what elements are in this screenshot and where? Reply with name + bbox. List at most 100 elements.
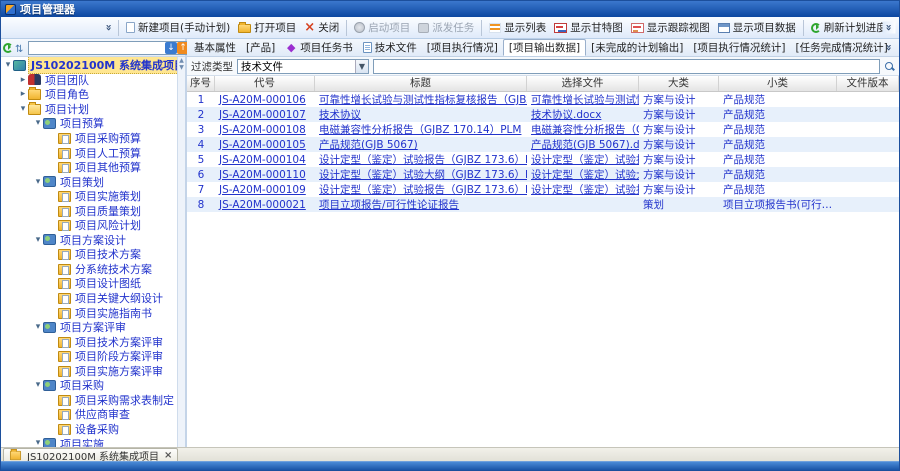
table-row[interactable]: 6JS-A20M-000110设计定型（鉴定）试验大纲（GJBZ 173.6）P… <box>187 167 899 182</box>
filter-type-combobox[interactable]: 技术文件 ▼ <box>237 59 369 74</box>
tree-item[interactable]: 项目设计图纸 <box>1 276 185 291</box>
tree-item[interactable]: ▾项目计划 <box>1 102 185 117</box>
table-row[interactable]: 4JS-A20M-000105产品规范(GJB 5067)产品规范(GJB 50… <box>187 137 899 152</box>
tree-item[interactable]: ▾项目方案设计 <box>1 233 185 248</box>
table-row[interactable]: 8JS-A20M-000021项目立项报告/可行性论证报告策划项目立项报告书(可… <box>187 197 899 212</box>
tab-product[interactable]: [产品] <box>241 39 280 56</box>
tab-execution-statistics[interactable]: [项目执行情况统计] <box>688 39 790 56</box>
tree-collapse-all-icon[interactable] <box>15 42 26 53</box>
tree-item[interactable]: 项目采购需求表制定 <box>1 393 185 408</box>
column-header[interactable]: 小类 <box>719 76 837 91</box>
search-icon[interactable] <box>884 61 895 72</box>
table-cell[interactable]: 可靠性增长试验与测试性指标复… <box>527 92 639 107</box>
tab-task-completion-statistics[interactable]: [任务完成情况统计] <box>791 39 893 56</box>
close-button[interactable]: 关闭 <box>300 19 343 36</box>
column-header[interactable]: 标题 <box>315 76 527 91</box>
tab-basic-properties[interactable]: 基本属性 <box>189 39 241 56</box>
open-project-button[interactable]: 打开项目 <box>234 19 300 36</box>
chevron-down-icon[interactable]: ▼ <box>355 60 368 73</box>
column-header[interactable]: 文件版本 <box>837 76 899 91</box>
table-cell[interactable]: 设计定型（鉴定）试验报告（GJBZ 173.6）PLM <box>315 152 527 167</box>
tree-item[interactable]: 设备采购 <box>1 422 185 437</box>
show-list-button[interactable]: 显示列表 <box>485 19 550 36</box>
table-cell[interactable]: JS-A20M-000021 <box>215 199 315 211</box>
tree-item[interactable]: 项目技术方案 <box>1 247 185 262</box>
column-header[interactable]: 序号 <box>187 76 215 91</box>
column-header[interactable]: 选择文件 <box>527 76 639 91</box>
new-project-button[interactable]: 新建项目(手动计划) <box>122 19 234 36</box>
tab-project-execution[interactable]: [项目执行情况] <box>422 39 503 56</box>
collapse-arrow-icon[interactable]: ▾ <box>18 104 28 114</box>
tree-refresh-icon[interactable] <box>3 43 13 53</box>
table-cell[interactable]: 项目立项报告/可行性论证报告 <box>315 197 527 212</box>
column-header[interactable]: 大类 <box>639 76 719 91</box>
table-cell[interactable]: JS-A20M-000107 <box>215 109 315 121</box>
tree-item[interactable]: 项目质量策划 <box>1 203 185 218</box>
table-cell[interactable]: 产品规范(GJB 5067) <box>315 137 527 152</box>
tree-item[interactable]: ▾JS10202100M 系统集成项目 <box>1 58 185 73</box>
table-row[interactable]: 2JS-A20M-000107技术协议技术协议.docx方案与设计产品规范 <box>187 107 899 122</box>
tree-item[interactable]: ▾项目方案评审 <box>1 320 185 335</box>
table-cell[interactable]: 产品规范(GJB 5067).docx <box>527 137 639 152</box>
table-row[interactable]: 3JS-A20M-000108电磁兼容性分析报告（GJBZ 170.14）PLM… <box>187 122 899 137</box>
collapse-arrow-icon[interactable]: ▾ <box>33 322 43 332</box>
table-cell[interactable]: 设计定型（鉴定）试验报告（GJBZ 1… <box>527 182 639 197</box>
collapse-arrow-icon[interactable]: ▾ <box>33 380 43 390</box>
table-cell[interactable]: JS-A20M-000106 <box>215 94 315 106</box>
tree-item[interactable]: ▸项目团队 <box>1 73 185 88</box>
tree-item[interactable]: ▾项目策划 <box>1 174 185 189</box>
show-gantt-button[interactable]: 显示甘特图 <box>550 19 627 36</box>
tab-tech-document[interactable]: 技术文件 <box>358 39 422 56</box>
table-cell[interactable]: 电磁兼容性分析报告（GJB… <box>527 122 639 137</box>
show-project-data-button[interactable]: 显示项目数据 <box>714 19 800 36</box>
table-row[interactable]: 1JS-A20M-000106可靠性增长试验与测试性指标复核报告（GJBZ 17… <box>187 92 899 107</box>
tree-item[interactable]: ▾项目预算 <box>1 116 185 131</box>
collapse-arrow-icon[interactable]: ▾ <box>33 235 43 245</box>
table-cell[interactable]: 设计定型（鉴定）试验报告（GJBZ 173.6）PLM <box>315 182 527 197</box>
tree-item[interactable]: 项目人工预算 <box>1 145 185 160</box>
tab-project-output-data[interactable]: [项目输出数据] <box>503 39 586 56</box>
collapse-arrow-icon[interactable]: ▾ <box>33 438 43 447</box>
table-cell[interactable]: 设计定型（鉴定）试验大纲（GJBZ 1… <box>527 167 639 182</box>
tree-item[interactable]: 项目阶段方案评审 <box>1 349 185 364</box>
expand-arrow-icon[interactable]: ▸ <box>18 89 28 99</box>
table-cell[interactable]: JS-A20M-000109 <box>215 184 315 196</box>
tree-scrollbar[interactable]: ▲▼ <box>177 57 185 447</box>
expand-arrow-icon[interactable]: ▸ <box>18 75 28 85</box>
table-cell[interactable]: 可靠性增长试验与测试性指标复核报告（GJBZ 178.13）PLM <box>315 92 527 107</box>
tree-item[interactable]: 项目关键大纲设计 <box>1 291 185 306</box>
table-cell[interactable]: 设计定型（鉴定）试验报告（GJBZ 1… <box>527 152 639 167</box>
refresh-plan-progress-button[interactable]: 刷新计划进度 <box>807 19 891 36</box>
column-header[interactable]: 代号 <box>215 76 315 91</box>
tree-item[interactable]: 供应商审查 <box>1 407 185 422</box>
toolbar-overflow-chevron-icon[interactable]: » <box>883 22 896 34</box>
table-cell[interactable]: 技术协议.docx <box>527 107 639 122</box>
table-cell[interactable]: 设计定型（鉴定）试验大纲（GJBZ 173.6）PLM <box>315 167 527 182</box>
search-next-icon[interactable]: ↓ <box>165 42 177 54</box>
tree-item[interactable]: ▾项目采购 <box>1 378 185 393</box>
open-project-tab[interactable]: JS10202100M 系统集成项目 × <box>3 448 178 461</box>
tab-unfinished-plan-output[interactable]: [未完成的计划输出] <box>586 39 688 56</box>
tree-search-input[interactable] <box>29 42 165 54</box>
table-row[interactable]: 5JS-A20M-000104设计定型（鉴定）试验报告（GJBZ 173.6）P… <box>187 152 899 167</box>
tree-item[interactable]: 分系统技术方案 <box>1 262 185 277</box>
tree-item[interactable]: 项目采购预算 <box>1 131 185 146</box>
table-cell[interactable]: JS-A20M-000105 <box>215 139 315 151</box>
table-cell[interactable]: 电磁兼容性分析报告（GJBZ 170.14）PLM <box>315 122 527 137</box>
table-cell[interactable]: 技术协议 <box>315 107 527 122</box>
tree-item[interactable]: 项目实施方案评审 <box>1 363 185 378</box>
tree-item[interactable]: ▸项目角色 <box>1 87 185 102</box>
tab-project-task-book[interactable]: 项目任务书 <box>280 39 358 56</box>
filter-search-input[interactable] <box>373 59 880 74</box>
table-row[interactable]: 7JS-A20M-000109设计定型（鉴定）试验报告（GJBZ 173.6）P… <box>187 182 899 197</box>
tree-item[interactable]: 项目其他预算 <box>1 160 185 175</box>
collapse-arrow-icon[interactable]: ▾ <box>3 60 13 70</box>
collapse-arrow-icon[interactable]: ▾ <box>33 118 43 128</box>
tabs-overflow-chevron-icon[interactable]: » <box>883 42 896 54</box>
table-cell[interactable]: JS-A20M-000104 <box>215 154 315 166</box>
table-cell[interactable]: JS-A20M-000110 <box>215 169 315 181</box>
tree-item[interactable]: 项目技术方案评审 <box>1 334 185 349</box>
show-trace-view-button[interactable]: 显示跟踪视图 <box>627 19 714 36</box>
tree-item[interactable]: ▾项目实施 <box>1 436 185 447</box>
collapse-arrow-icon[interactable]: ▾ <box>33 177 43 187</box>
